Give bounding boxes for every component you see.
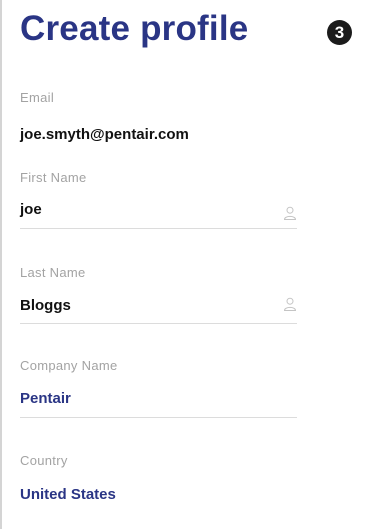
first-name-field[interactable]: First Name joe — [20, 170, 297, 230]
first-name-underline — [20, 228, 297, 229]
person-icon — [283, 206, 297, 220]
last-name-input[interactable]: Bloggs — [20, 297, 71, 315]
company-name-underline — [20, 417, 297, 418]
create-profile-screen: Create profile 3 Email joe.smyth@pentair… — [0, 0, 380, 529]
email-label: Email — [20, 90, 55, 105]
last-name-field[interactable]: Last Name Bloggs — [20, 265, 297, 325]
company-name-label: Company Name — [20, 358, 118, 373]
first-name-input[interactable]: joe — [20, 201, 42, 219]
country-field[interactable]: Country United States — [20, 453, 297, 513]
left-divider — [0, 0, 2, 529]
last-name-label: Last Name — [20, 265, 86, 280]
country-select[interactable]: United States — [20, 486, 116, 504]
company-name-input[interactable]: Pentair — [20, 390, 71, 408]
step-number-badge: 3 — [327, 20, 352, 45]
first-name-label: First Name — [20, 170, 87, 185]
company-name-field[interactable]: Company Name Pentair — [20, 358, 297, 418]
page-title: Create profile — [20, 9, 249, 48]
person-icon — [283, 297, 297, 311]
country-label: Country — [20, 453, 68, 468]
last-name-underline — [20, 323, 297, 324]
email-field: Email joe.smyth@pentair.com — [20, 90, 297, 148]
email-value: joe.smyth@pentair.com — [20, 126, 189, 143]
